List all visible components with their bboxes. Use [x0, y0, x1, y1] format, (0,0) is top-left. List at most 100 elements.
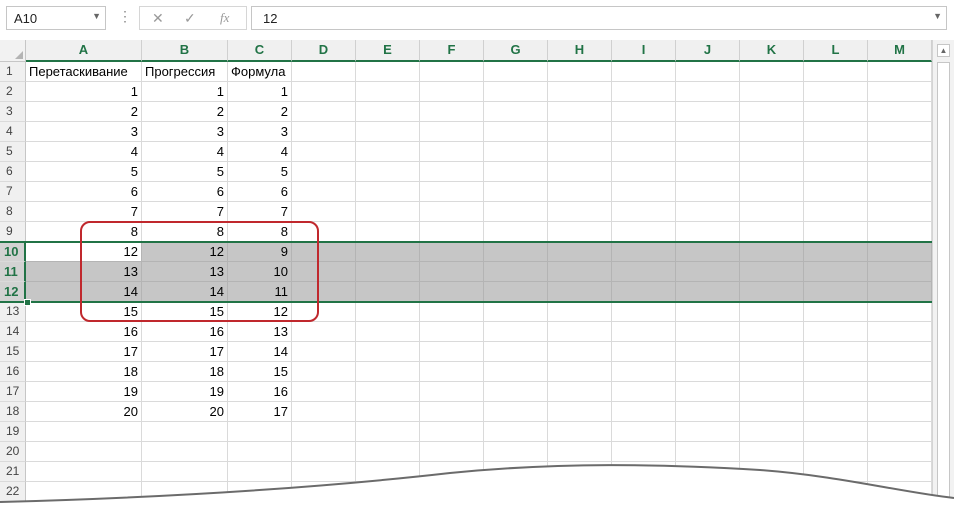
- cell-l14[interactable]: [804, 322, 868, 342]
- cell-k12[interactable]: [740, 282, 804, 302]
- cell-i16[interactable]: [612, 362, 676, 382]
- cell-m3[interactable]: [868, 102, 932, 122]
- cell-l18[interactable]: [804, 402, 868, 422]
- cell-c18[interactable]: 17: [228, 402, 292, 422]
- cell-a14[interactable]: 16: [26, 322, 142, 342]
- cell-i10[interactable]: [612, 242, 676, 262]
- cell-j3[interactable]: [676, 102, 740, 122]
- cell-f1[interactable]: [420, 62, 484, 82]
- cell-j5[interactable]: [676, 142, 740, 162]
- cell-m10[interactable]: [868, 242, 932, 262]
- cell-k10[interactable]: [740, 242, 804, 262]
- cell-a3[interactable]: 2: [26, 102, 142, 122]
- cell-a7[interactable]: 6: [26, 182, 142, 202]
- cell-h8[interactable]: [548, 202, 612, 222]
- cell-m9[interactable]: [868, 222, 932, 242]
- cell-d15[interactable]: [292, 342, 356, 362]
- row-header-4[interactable]: 4: [0, 122, 26, 142]
- row-header-12[interactable]: 12: [0, 282, 26, 302]
- cell-h4[interactable]: [548, 122, 612, 142]
- select-all-button[interactable]: [0, 40, 26, 62]
- cell-b4[interactable]: 3: [142, 122, 228, 142]
- cell-j14[interactable]: [676, 322, 740, 342]
- cell-f16[interactable]: [420, 362, 484, 382]
- cell-m15[interactable]: [868, 342, 932, 362]
- scroll-up-icon[interactable]: ▲: [937, 44, 950, 57]
- cell-k9[interactable]: [740, 222, 804, 242]
- cell-a1[interactable]: Перетаскивание: [26, 62, 142, 82]
- cell-h6[interactable]: [548, 162, 612, 182]
- cell-l4[interactable]: [804, 122, 868, 142]
- column-header-f[interactable]: F: [420, 40, 484, 62]
- cell-k17[interactable]: [740, 382, 804, 402]
- cell-k1[interactable]: [740, 62, 804, 82]
- cell-i19[interactable]: [612, 422, 676, 442]
- cell-m4[interactable]: [868, 122, 932, 142]
- cell-m7[interactable]: [868, 182, 932, 202]
- cell-b14[interactable]: 16: [142, 322, 228, 342]
- cell-j6[interactable]: [676, 162, 740, 182]
- cell-a5[interactable]: 4: [26, 142, 142, 162]
- cell-j7[interactable]: [676, 182, 740, 202]
- formula-input[interactable]: 12 ▼: [251, 6, 947, 30]
- cell-j12[interactable]: [676, 282, 740, 302]
- cell-e5[interactable]: [356, 142, 420, 162]
- cell-b17[interactable]: 19: [142, 382, 228, 402]
- cell-a17[interactable]: 19: [26, 382, 142, 402]
- cell-d16[interactable]: [292, 362, 356, 382]
- cell-g5[interactable]: [484, 142, 548, 162]
- cell-d1[interactable]: [292, 62, 356, 82]
- more-options-icon[interactable]: ⋮: [118, 9, 132, 23]
- cell-k14[interactable]: [740, 322, 804, 342]
- cell-l17[interactable]: [804, 382, 868, 402]
- cell-c14[interactable]: 13: [228, 322, 292, 342]
- cell-e19[interactable]: [356, 422, 420, 442]
- cell-g3[interactable]: [484, 102, 548, 122]
- cell-m11[interactable]: [868, 262, 932, 282]
- cell-j10[interactable]: [676, 242, 740, 262]
- cell-e15[interactable]: [356, 342, 420, 362]
- cell-c19[interactable]: [228, 422, 292, 442]
- cell-f7[interactable]: [420, 182, 484, 202]
- cell-d18[interactable]: [292, 402, 356, 422]
- cell-b19[interactable]: [142, 422, 228, 442]
- cell-a4[interactable]: 3: [26, 122, 142, 142]
- cell-c6[interactable]: 5: [228, 162, 292, 182]
- cell-j19[interactable]: [676, 422, 740, 442]
- cell-i18[interactable]: [612, 402, 676, 422]
- cell-l13[interactable]: [804, 302, 868, 322]
- cell-j9[interactable]: [676, 222, 740, 242]
- cell-g18[interactable]: [484, 402, 548, 422]
- cell-a2[interactable]: 1: [26, 82, 142, 102]
- cell-d2[interactable]: [292, 82, 356, 102]
- cell-g12[interactable]: [484, 282, 548, 302]
- cell-a6[interactable]: 5: [26, 162, 142, 182]
- cell-l8[interactable]: [804, 202, 868, 222]
- column-header-j[interactable]: J: [676, 40, 740, 62]
- cell-k15[interactable]: [740, 342, 804, 362]
- cell-h15[interactable]: [548, 342, 612, 362]
- cell-f4[interactable]: [420, 122, 484, 142]
- cell-k3[interactable]: [740, 102, 804, 122]
- cell-g2[interactable]: [484, 82, 548, 102]
- cell-c15[interactable]: 14: [228, 342, 292, 362]
- row-header-14[interactable]: 14: [0, 322, 26, 342]
- cell-g11[interactable]: [484, 262, 548, 282]
- cell-k11[interactable]: [740, 262, 804, 282]
- column-header-a[interactable]: A: [26, 40, 142, 62]
- cell-k7[interactable]: [740, 182, 804, 202]
- cell-f18[interactable]: [420, 402, 484, 422]
- cell-m14[interactable]: [868, 322, 932, 342]
- cell-l12[interactable]: [804, 282, 868, 302]
- cell-l19[interactable]: [804, 422, 868, 442]
- chevron-down-icon[interactable]: ▼: [92, 11, 101, 21]
- cell-b1[interactable]: Прогрессия: [142, 62, 228, 82]
- cell-i3[interactable]: [612, 102, 676, 122]
- cell-d3[interactable]: [292, 102, 356, 122]
- column-header-e[interactable]: E: [356, 40, 420, 62]
- cell-k16[interactable]: [740, 362, 804, 382]
- cell-c4[interactable]: 3: [228, 122, 292, 142]
- cell-d4[interactable]: [292, 122, 356, 142]
- cell-m5[interactable]: [868, 142, 932, 162]
- cell-e13[interactable]: [356, 302, 420, 322]
